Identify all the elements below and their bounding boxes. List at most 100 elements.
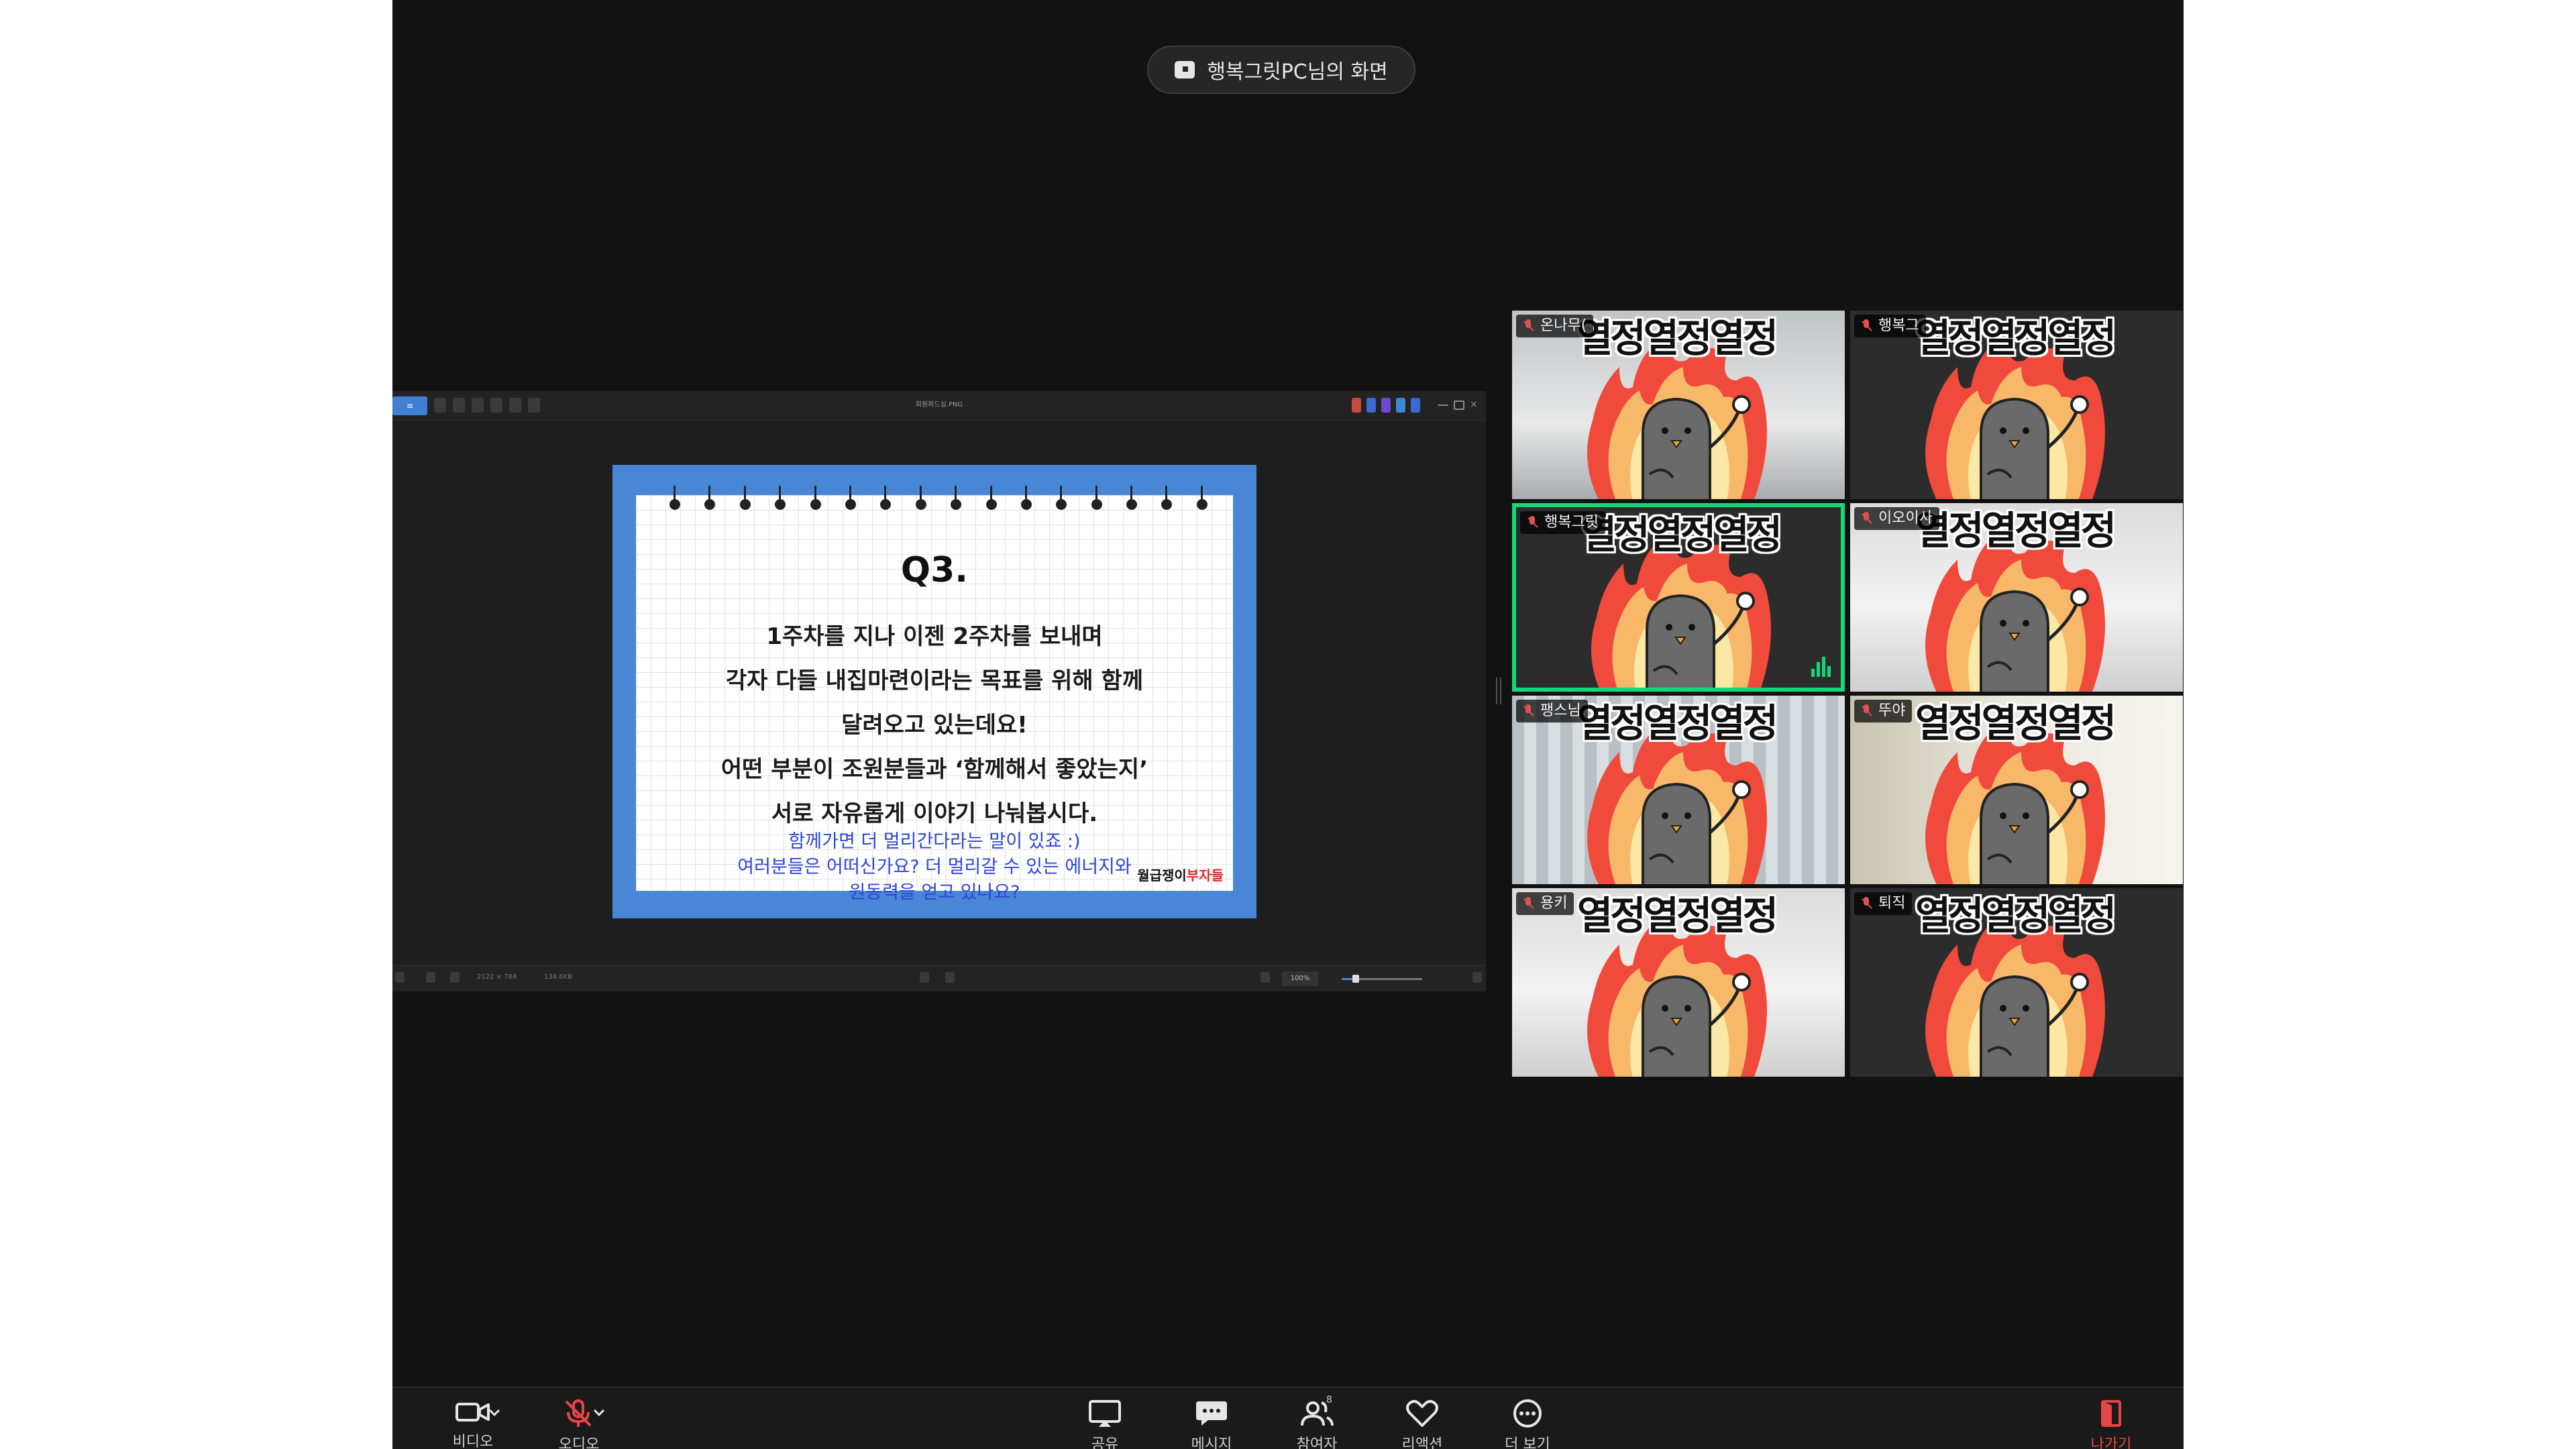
passion-sticker: 열정열정열정 bbox=[1911, 888, 2118, 1077]
image-filesize: 134.6KB bbox=[544, 973, 573, 981]
slide-line: 어떤 부분이 조원분들과 ‘함께해서 좋았는지’ bbox=[720, 756, 1148, 783]
sticker-text: 열정열정열정 bbox=[1576, 315, 1778, 361]
chevron-down-icon[interactable] bbox=[592, 1408, 606, 1417]
zoom-select[interactable]: 100% bbox=[1282, 971, 1318, 986]
info-icon[interactable] bbox=[450, 972, 460, 983]
app-icon[interactable] bbox=[1411, 398, 1420, 413]
crop-icon[interactable] bbox=[453, 398, 465, 413]
participant-name: 온나무( bbox=[1540, 317, 1587, 334]
participant-tile[interactable]: 열정열정열정 용키 bbox=[1512, 888, 1845, 1077]
app-icon[interactable] bbox=[1396, 398, 1405, 413]
print-icon[interactable] bbox=[509, 398, 521, 413]
audio-button[interactable]: 오디오 bbox=[539, 1399, 619, 1449]
app-icon[interactable] bbox=[1381, 398, 1391, 413]
mic-muted-icon bbox=[1523, 704, 1534, 718]
close-icon[interactable]: × bbox=[1470, 400, 1481, 410]
actual-size-icon[interactable] bbox=[945, 972, 955, 983]
shared-screen[interactable]: ≡ 회원퍼드실.PNG × Q3. 1주차를 지나 이젠 2주차를 보내며 각자… bbox=[392, 391, 1486, 991]
minimize-icon[interactable] bbox=[1438, 400, 1448, 406]
mic-muted-icon bbox=[565, 1399, 592, 1427]
passion-sticker: 열정열정열정 bbox=[1572, 696, 1780, 884]
leave-button[interactable]: 나가기 bbox=[2071, 1399, 2151, 1449]
chat-icon bbox=[1196, 1401, 1227, 1426]
slide-blue-line: 함께가면 더 멀리간다라는 말이 있죠 :) bbox=[788, 831, 1081, 852]
delete-icon[interactable] bbox=[472, 398, 484, 413]
chat-button[interactable]: 메시지 bbox=[1171, 1399, 1252, 1449]
favorite-icon[interactable] bbox=[426, 972, 435, 983]
participant-name-tag: 행복그릿 bbox=[1520, 511, 1605, 534]
participant-tile[interactable]: 열정열정열정 이오이사 bbox=[1850, 503, 2183, 692]
participant-name: 뚜야 bbox=[1878, 702, 1906, 719]
zoom-slider[interactable] bbox=[1342, 975, 1422, 983]
reactions-button[interactable]: 리액션 bbox=[1382, 1399, 1462, 1449]
slide-line: 달려오고 있는데요! bbox=[841, 712, 1028, 739]
viewer-statusbar: 2122 × 784 134.6KB 100% bbox=[392, 965, 1486, 991]
screen-icon[interactable] bbox=[1260, 972, 1270, 983]
slide-paper: Q3. 1주차를 지나 이젠 2주차를 보내며 각자 다들 내집마련이라는 목표… bbox=[636, 486, 1233, 903]
viewer-file-name: 회원퍼드실.PNG bbox=[915, 401, 963, 409]
sticker-text: 열정열정열정 bbox=[1915, 700, 2116, 746]
mic-muted-icon bbox=[1861, 704, 1872, 718]
screen-share-banner[interactable]: 행복그릿PC님의 화면 bbox=[1147, 46, 1415, 94]
slide-frame: Q3. 1주차를 지나 이젠 2주차를 보내며 각자 다들 내집마련이라는 목표… bbox=[612, 465, 1256, 918]
participant-name: 퇴직 bbox=[1878, 895, 1906, 912]
slide-question: 1주차를 지나 이젠 2주차를 보내며 각자 다들 내집마련이라는 목표를 위해… bbox=[636, 614, 1233, 836]
more-icon[interactable] bbox=[528, 398, 540, 413]
participant-tile[interactable]: 열정열정열정 온나무( bbox=[1512, 311, 1845, 499]
participant-tile[interactable]: 열정열정열정 퇴직 bbox=[1850, 888, 2183, 1077]
participant-name-tag: 온나무( bbox=[1516, 315, 1594, 337]
app-icon[interactable] bbox=[1366, 398, 1376, 413]
passion-sticker: 열정열정열정 bbox=[1911, 311, 2118, 499]
passion-sticker: 열정열정열정 bbox=[1911, 696, 2118, 884]
more-icon bbox=[1513, 1399, 1542, 1428]
participant-name-tag: 퇴직 bbox=[1854, 892, 1913, 915]
passion-sticker: 열정열정열정 bbox=[1572, 311, 1780, 499]
mic-muted-icon bbox=[1861, 319, 1872, 333]
mic-muted-icon bbox=[1861, 897, 1872, 910]
viewer-mode-button[interactable]: ≡ bbox=[392, 396, 427, 415]
maximize-icon[interactable] bbox=[1454, 400, 1464, 410]
rotate-icon[interactable] bbox=[434, 398, 446, 413]
mic-muted-icon bbox=[1523, 897, 1534, 910]
sticker-text: 열정열정열정 bbox=[1915, 893, 2116, 938]
participant-name-tag: 행복그 bbox=[1854, 315, 1926, 337]
passion-sticker: 열정열정열정 bbox=[1576, 507, 1784, 688]
leave-icon bbox=[2101, 1400, 2121, 1427]
slide-title: Q3. bbox=[900, 550, 969, 590]
participant-name-tag: 용키 bbox=[1516, 892, 1574, 915]
slide-line: 각자 다들 내집마련이라는 목표를 위해 함께 bbox=[725, 667, 1144, 694]
participant-name: 행복그 bbox=[1878, 317, 1919, 334]
participant-tile[interactable]: 열정열정열정 행복그릿 bbox=[1512, 503, 1845, 692]
participant-tile[interactable]: 열정열정열정 행복그 bbox=[1850, 311, 2183, 499]
splitter-handle[interactable] bbox=[1496, 678, 1501, 704]
participant-tile[interactable]: 열정열정열정 뚜야 bbox=[1850, 696, 2183, 884]
meeting-window: 행복그릿PC님의 화면 ≡ 회원퍼드실.PNG × Q3. 1주차를 지나 이젠… bbox=[392, 0, 2184, 1449]
slide-line: 1주차를 지나 이젠 2주차를 보내며 bbox=[766, 623, 1103, 650]
participant-tile[interactable]: 열정열정열정 팽스님 bbox=[1512, 696, 1845, 884]
participant-name: 이오이사 bbox=[1878, 510, 1933, 527]
sticker-text: 열정열정열정 bbox=[1915, 315, 2116, 361]
video-button[interactable]: 비디오 bbox=[433, 1399, 513, 1449]
zoom-slider-handle[interactable] bbox=[1352, 975, 1359, 983]
fit-icon[interactable] bbox=[920, 972, 929, 983]
viewer-toolbar: ≡ 회원퍼드실.PNG × bbox=[392, 391, 1486, 421]
app-icon[interactable] bbox=[1352, 398, 1361, 413]
passion-sticker: 열정열정열정 bbox=[1911, 503, 2118, 692]
more-button[interactable]: 더 보기 bbox=[1487, 1399, 1568, 1449]
share-button[interactable]: 공유 bbox=[1065, 1399, 1145, 1449]
sticker-text: 열정열정열정 bbox=[1576, 700, 1778, 746]
brand-logo: 월급쟁이부자들 bbox=[1137, 867, 1224, 883]
chevron-down-icon[interactable] bbox=[488, 1408, 501, 1417]
compare-icon[interactable] bbox=[490, 398, 502, 413]
fullscreen-icon[interactable] bbox=[1472, 972, 1482, 983]
audio-level-icon bbox=[1811, 657, 1834, 677]
image-dimensions: 2122 × 784 bbox=[477, 973, 517, 981]
gallery-icon[interactable] bbox=[395, 972, 405, 983]
camera-icon bbox=[455, 1403, 490, 1421]
share-screen-icon bbox=[1089, 1400, 1121, 1427]
participants-button[interactable]: 8 참여자 bbox=[1277, 1395, 1357, 1449]
participant-count: 8 bbox=[1326, 1395, 1332, 1405]
participant-grid: 열정열정열정 온나무(열정열정열정 행복그 열정열정열정 행복그릿 열정열정열정 이오이사 열… bbox=[1512, 311, 2183, 1077]
sticker-text: 열정열정열정 bbox=[1915, 508, 2116, 553]
screen-share-icon bbox=[1175, 61, 1195, 78]
